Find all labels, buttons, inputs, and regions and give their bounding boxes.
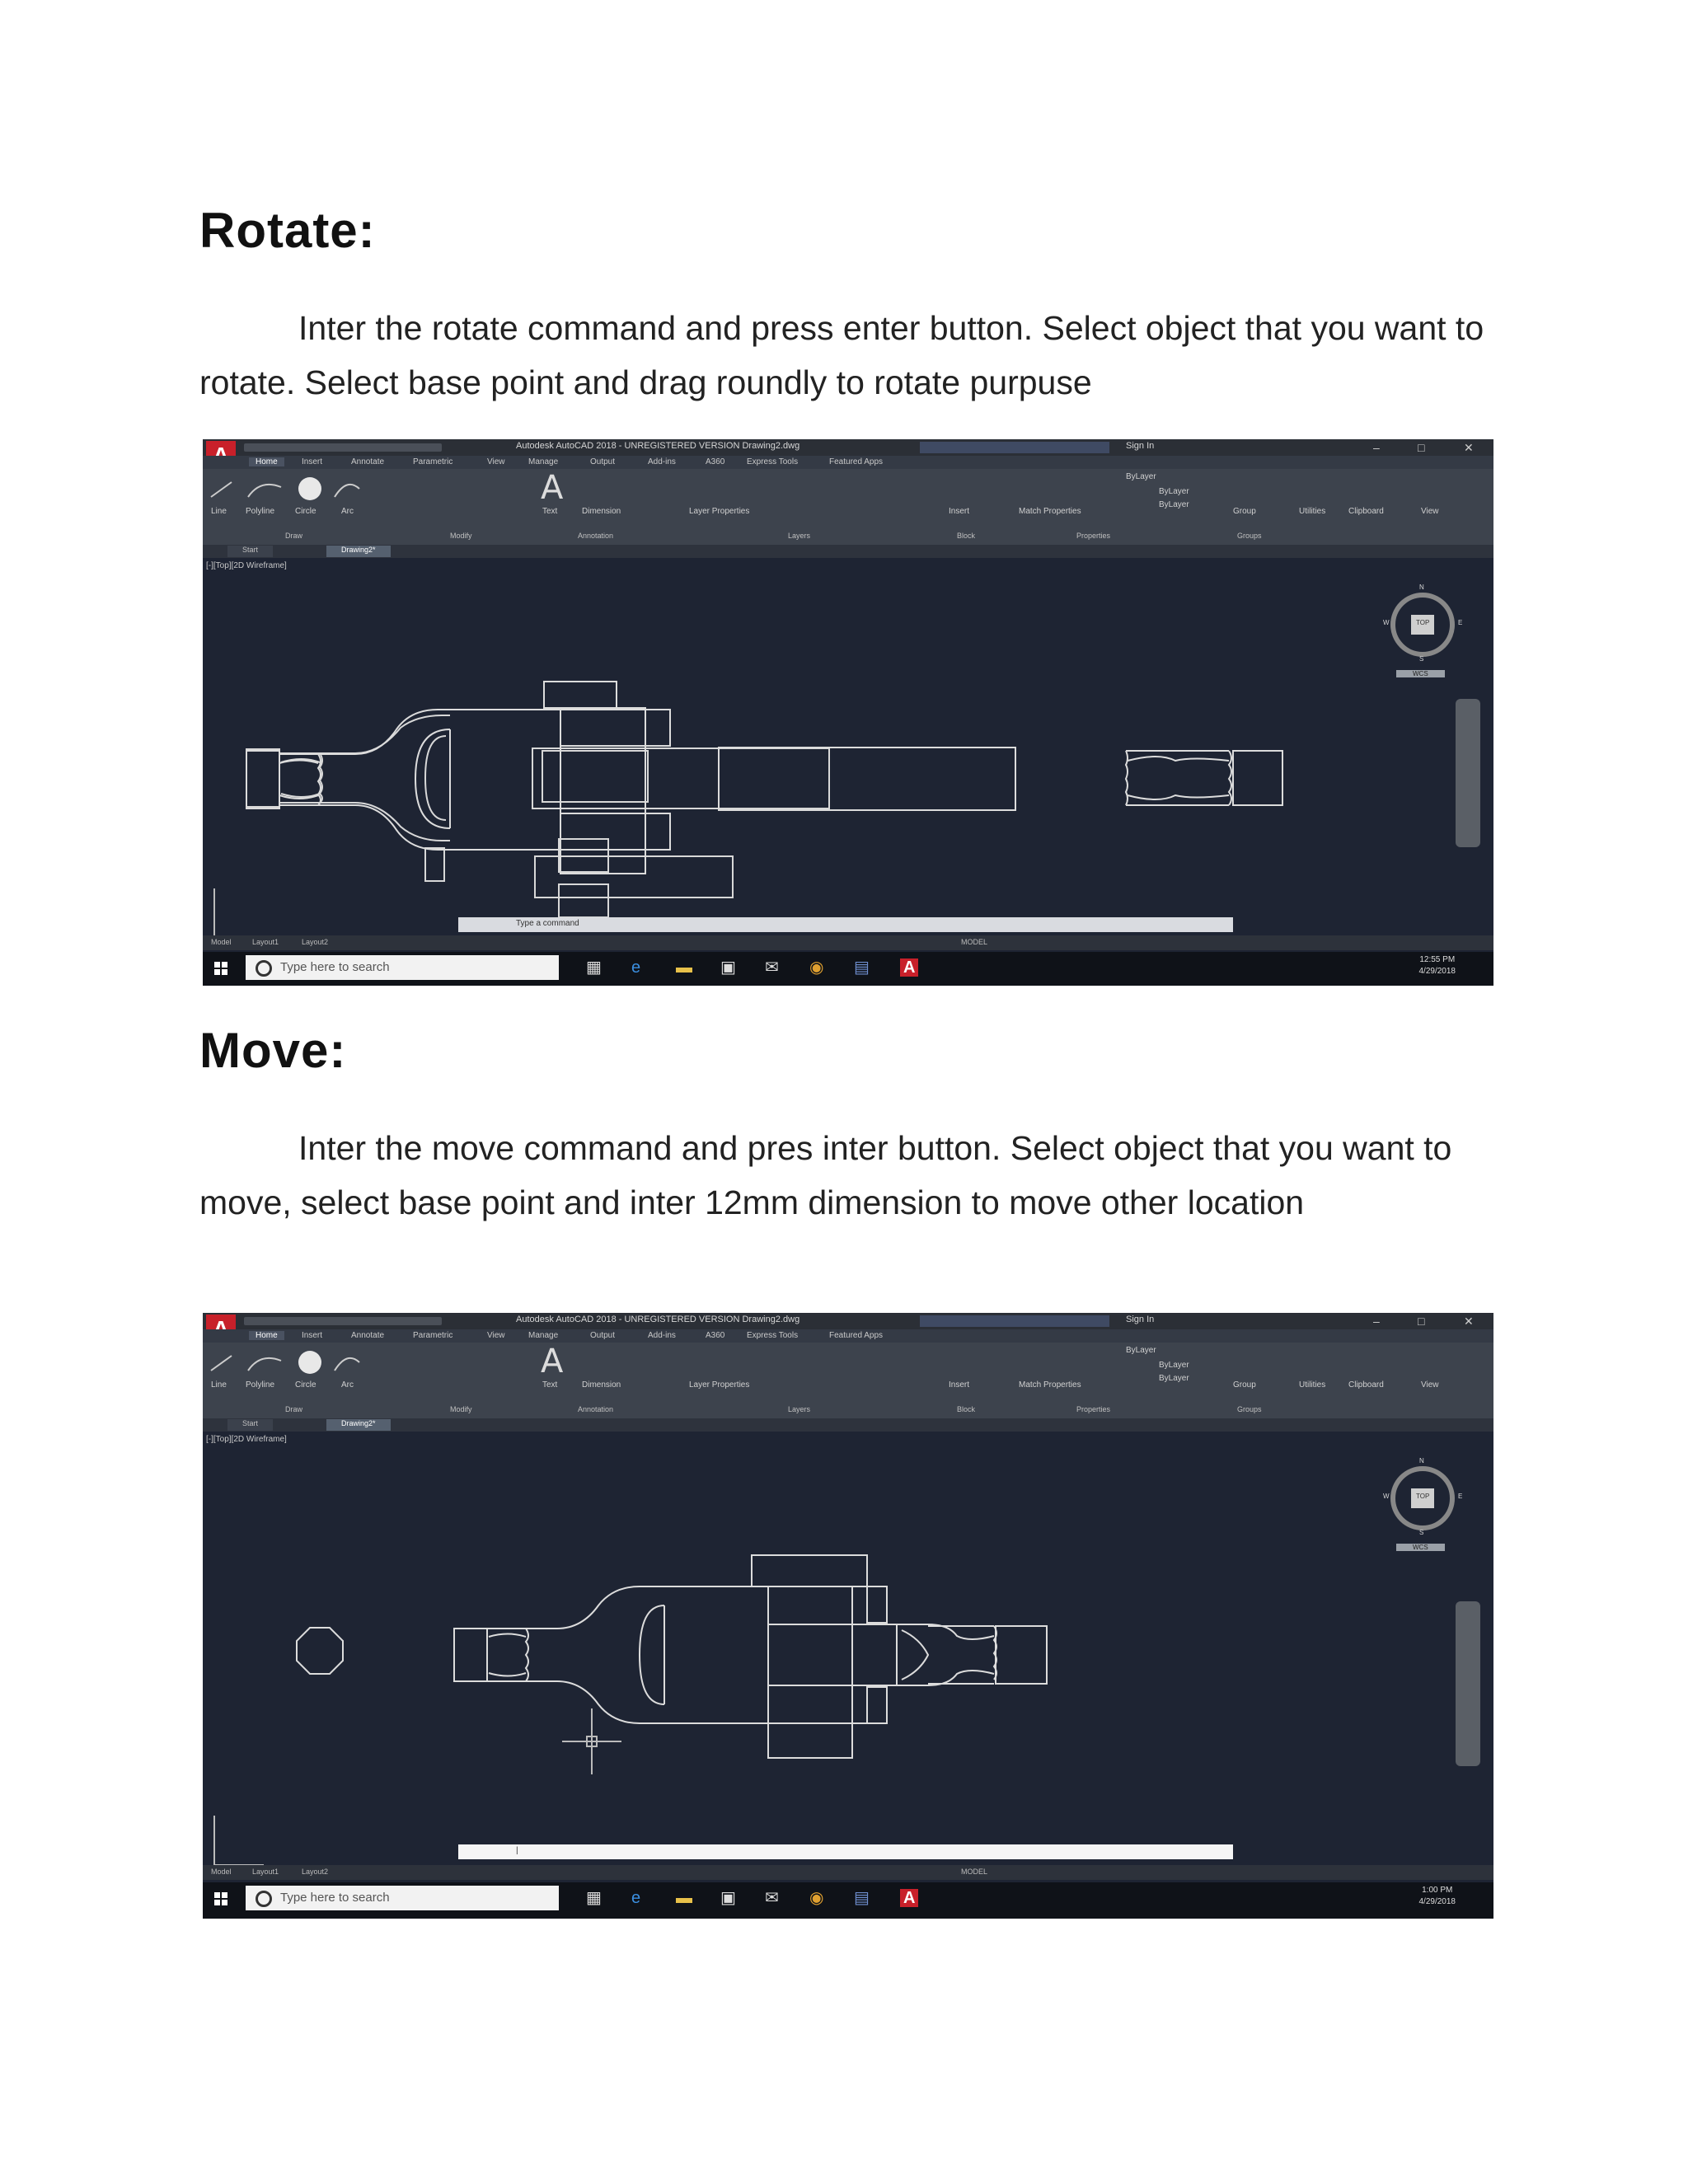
layout-tab-layout2[interactable]: Layout2	[302, 938, 328, 946]
clock-time: 1:00 PM	[1422, 1886, 1453, 1895]
autocad-taskbar-icon[interactable]: A	[900, 958, 919, 977]
rotate-parts	[246, 681, 1283, 874]
compass-n: N	[1419, 1457, 1424, 1465]
layout-tab-layout1[interactable]: Layout1	[252, 938, 279, 946]
command-line[interactable]: |	[458, 1844, 1233, 1859]
ucs-icon	[213, 1816, 264, 1866]
chrome-icon[interactable]: ◉	[809, 1889, 823, 1907]
taskbar-clock[interactable]: 12:55 PM 4/29/2018	[1419, 954, 1456, 977]
command-prompt: Type a command	[516, 919, 579, 928]
model-space-toggle[interactable]: MODEL	[961, 938, 987, 946]
clock-date: 4/29/2018	[1418, 967, 1456, 976]
compass-s: S	[1419, 655, 1424, 663]
rotate-instructions: Inter the rotate command and press enter…	[199, 309, 1484, 401]
rotate-screenshot: Autodesk AutoCAD 2018 - UNREGISTERED VER…	[203, 439, 1493, 986]
search-ring-icon	[256, 960, 272, 977]
move-parts	[296, 1554, 1048, 1774]
status-bar: Model Layout1 Layout2 MODEL	[203, 935, 1493, 950]
layout-tab-layout1[interactable]: Layout1	[252, 1868, 279, 1876]
windows-taskbar: Type here to search ▦ e ▬ ▣ ✉ ◉ ▤ A 1:00…	[203, 1882, 1493, 1919]
command-line[interactable]: Type a command	[458, 917, 1233, 932]
move-screenshot: Autodesk AutoCAD 2018 - UNREGISTERED VER…	[203, 1313, 1493, 1919]
layout-tab-layout2[interactable]: Layout2	[302, 1868, 328, 1876]
mail-icon[interactable]: ✉	[765, 958, 779, 977]
taskbar-search-input[interactable]: Type here to search	[246, 955, 559, 980]
clock-date: 4/29/2018	[1418, 1897, 1456, 1906]
taskbar-search-placeholder: Type here to search	[280, 960, 390, 974]
navcube-top-label: TOP	[1416, 1493, 1430, 1500]
compass-w: W	[1383, 1493, 1390, 1500]
mail-icon[interactable]: ✉	[765, 1889, 779, 1907]
file-explorer-icon[interactable]: ▬	[676, 958, 692, 977]
navcube-top-label: TOP	[1416, 619, 1430, 626]
vertical-scrollbar[interactable]	[1456, 699, 1480, 847]
autocad-taskbar-icon[interactable]: A	[900, 1889, 919, 1907]
task-view-icon[interactable]: ▦	[586, 1889, 602, 1907]
edge-icon[interactable]: e	[631, 958, 640, 977]
windows-start-icon[interactable]	[214, 1892, 227, 1905]
compass-e: E	[1458, 1493, 1463, 1500]
task-view-icon[interactable]: ▦	[586, 958, 602, 977]
store-icon[interactable]: ▣	[720, 1889, 736, 1907]
chrome-icon[interactable]: ◉	[809, 958, 823, 977]
compass-n: N	[1419, 583, 1424, 591]
app-icon[interactable]: ▤	[854, 958, 870, 977]
search-ring-icon	[256, 1891, 272, 1907]
taskbar-search-placeholder: Type here to search	[280, 1891, 390, 1905]
move-heading: Move:	[199, 1023, 347, 1078]
windows-start-icon[interactable]	[214, 962, 227, 975]
layout-tab-model[interactable]: Model	[211, 938, 232, 946]
wcs-menu[interactable]: WCS	[1396, 670, 1445, 677]
status-bar: Model Layout1 Layout2 MODEL	[203, 1865, 1493, 1880]
command-prompt: |	[516, 1846, 518, 1855]
store-icon[interactable]: ▣	[720, 958, 736, 977]
wcs-menu[interactable]: WCS	[1396, 1544, 1445, 1551]
compass-w: W	[1383, 619, 1390, 626]
rotate-heading: Rotate:	[199, 203, 376, 258]
taskbar-search-input[interactable]: Type here to search	[246, 1886, 559, 1910]
clock-time: 12:55 PM	[1419, 955, 1456, 964]
app-icon[interactable]: ▤	[854, 1889, 870, 1907]
compass-s: S	[1419, 1529, 1424, 1536]
vertical-scrollbar[interactable]	[1456, 1601, 1480, 1766]
file-explorer-icon[interactable]: ▬	[676, 1889, 692, 1907]
layout-tab-model[interactable]: Model	[211, 1868, 232, 1876]
compass-e: E	[1458, 619, 1463, 626]
model-space-toggle[interactable]: MODEL	[961, 1868, 987, 1876]
edge-icon[interactable]: e	[631, 1889, 640, 1907]
windows-taskbar: Type here to search ▦ e ▬ ▣ ✉ ◉ ▤ A 12:5…	[203, 952, 1493, 986]
taskbar-clock[interactable]: 1:00 PM 4/29/2018	[1419, 1885, 1456, 1908]
move-instructions: Inter the move command and pres inter bu…	[199, 1129, 1452, 1221]
